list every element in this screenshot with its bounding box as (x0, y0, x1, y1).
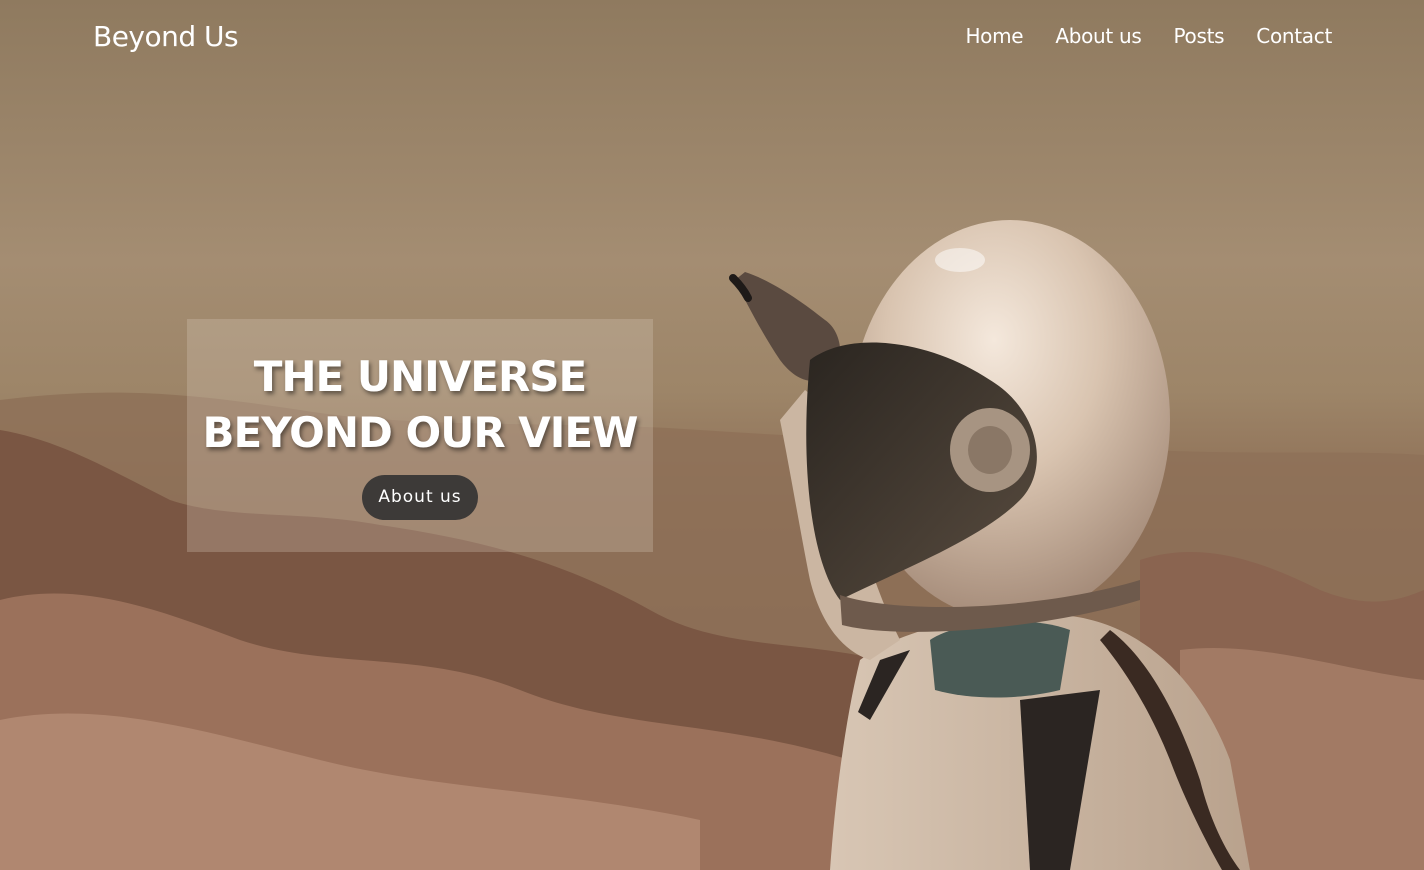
hero-headline-line-2: BEYOND OUR VIEW (202, 408, 639, 457)
main-navigation: Beyond Us Home About us Posts Contact (0, 0, 1424, 80)
nav-link-posts[interactable]: Posts (1174, 24, 1225, 48)
hero-headline-line-1: THE UNIVERSE (253, 352, 587, 401)
brand-logo[interactable]: Beyond Us (93, 20, 239, 53)
nav-link-about-us[interactable]: About us (1055, 24, 1141, 48)
nav-link-home[interactable]: Home (965, 24, 1023, 48)
about-us-button[interactable]: About us (362, 475, 478, 520)
hero-text-card: THE UNIVERSE BEYOND OUR VIEW About us (187, 319, 653, 552)
hero-section: Beyond Us Home About us Posts Contact TH… (0, 0, 1424, 870)
hero-headline: THE UNIVERSE BEYOND OUR VIEW (187, 349, 653, 461)
nav-links: Home About us Posts Contact (933, 24, 1332, 48)
nav-link-contact[interactable]: Contact (1256, 24, 1332, 48)
